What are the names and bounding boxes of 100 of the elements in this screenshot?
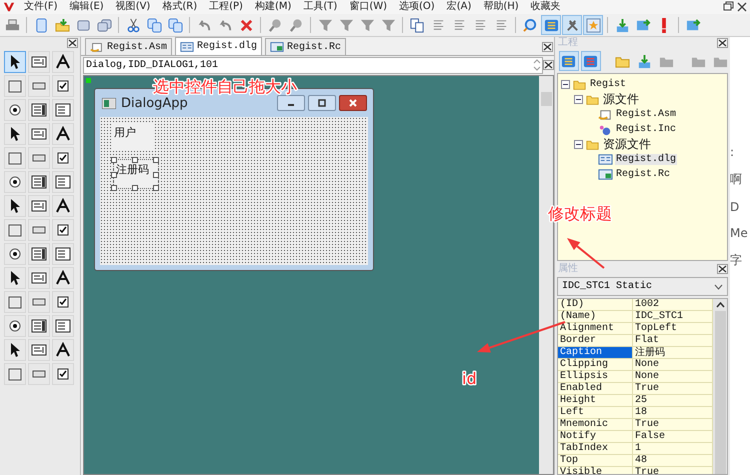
menu-item[interactable]: 文件(F) xyxy=(18,0,64,14)
close-button[interactable] xyxy=(717,38,728,48)
property-name[interactable]: Alignment xyxy=(558,323,633,335)
property-name[interactable]: TabIndex xyxy=(558,443,633,455)
file-tab[interactable]: Regist.Rc xyxy=(265,38,346,55)
tool-button[interactable] xyxy=(52,315,74,337)
scrollbar[interactable] xyxy=(713,299,727,474)
property-name[interactable]: Caption xyxy=(558,347,633,359)
property-name[interactable]: (ID) xyxy=(558,299,633,311)
toolbar-button[interactable] xyxy=(583,15,603,35)
tool-button[interactable] xyxy=(52,147,74,169)
tree-item[interactable]: 源文件 xyxy=(602,91,640,108)
tool-button[interactable] xyxy=(52,339,74,361)
tool-button[interactable] xyxy=(4,243,26,265)
toolbar-button[interactable] xyxy=(559,51,579,71)
menu-item[interactable]: 构建(M) xyxy=(248,0,298,14)
collapse-icon[interactable] xyxy=(574,95,583,104)
property-name[interactable]: Notify xyxy=(558,431,633,443)
tool-button[interactable] xyxy=(52,243,74,265)
tree-item[interactable]: Regist.dlg xyxy=(615,154,678,165)
tree-item[interactable]: Regist.Rc xyxy=(615,169,672,180)
tool-button[interactable] xyxy=(4,267,26,289)
tool-button[interactable] xyxy=(4,171,26,193)
tool-button[interactable] xyxy=(52,291,74,313)
tool-button[interactable] xyxy=(28,147,50,169)
tool-button[interactable] xyxy=(28,195,50,217)
property-name[interactable]: Left xyxy=(558,407,633,419)
property-name[interactable]: Mnemonic xyxy=(558,419,633,431)
close-button[interactable] xyxy=(543,60,554,70)
tool-button[interactable] xyxy=(28,99,50,121)
close-button[interactable] xyxy=(67,38,78,48)
tool-button[interactable] xyxy=(4,51,26,73)
file-tab[interactable]: Regist.dlg xyxy=(175,37,262,55)
tree-item[interactable]: Regist.Inc xyxy=(615,124,678,135)
menu-item[interactable]: 工程(P) xyxy=(203,0,249,14)
tool-button[interactable] xyxy=(4,219,26,241)
close-button[interactable] xyxy=(717,264,728,274)
tool-button[interactable] xyxy=(4,339,26,361)
menu-item[interactable]: 帮助(H) xyxy=(477,0,525,14)
tool-button[interactable] xyxy=(4,315,26,337)
tool-button[interactable] xyxy=(52,51,74,73)
toolbar-button[interactable] xyxy=(580,51,601,71)
tool-button[interactable] xyxy=(52,219,74,241)
menu-item[interactable]: 宏(A) xyxy=(440,0,478,14)
tool-button[interactable] xyxy=(28,243,50,265)
property-name[interactable]: Top xyxy=(558,455,633,467)
tool-button[interactable] xyxy=(52,123,74,145)
tool-button[interactable] xyxy=(28,363,50,385)
property-name[interactable]: (Name) xyxy=(558,311,633,323)
property-name[interactable]: Ellipsis xyxy=(558,371,633,383)
tool-button[interactable] xyxy=(52,75,74,97)
static-label[interactable]: 用户 xyxy=(112,123,153,151)
toolbar-button[interactable] xyxy=(562,15,582,35)
static-label[interactable]: 注册码 xyxy=(114,160,158,188)
tree-item[interactable]: 资源文件 xyxy=(602,136,652,153)
close-button[interactable] xyxy=(542,42,553,52)
close-icon[interactable] xyxy=(736,1,748,13)
tree-item[interactable]: Regist xyxy=(589,79,628,90)
tool-button[interactable] xyxy=(28,171,50,193)
restore-icon[interactable] xyxy=(722,1,734,13)
tool-button[interactable] xyxy=(52,99,74,121)
property-name[interactable]: Height xyxy=(558,395,633,407)
menu-item[interactable]: 编辑(E) xyxy=(64,0,110,14)
close-button[interactable] xyxy=(339,95,367,111)
collapse-icon[interactable] xyxy=(574,140,583,149)
tool-button[interactable] xyxy=(28,267,50,289)
menu-item[interactable]: 工具(T) xyxy=(297,0,344,14)
tool-button[interactable] xyxy=(28,123,50,145)
menu-item[interactable]: 视图(V) xyxy=(110,0,156,14)
maximize-button[interactable] xyxy=(308,95,336,111)
minimize-button[interactable] xyxy=(277,95,305,111)
tool-button[interactable] xyxy=(28,339,50,361)
tool-button[interactable] xyxy=(28,291,50,313)
menu-item[interactable]: 窗口(W) xyxy=(343,0,394,14)
property-name[interactable]: Enabled xyxy=(558,383,633,395)
tool-button[interactable] xyxy=(52,195,74,217)
tool-button[interactable] xyxy=(4,75,26,97)
tool-button[interactable] xyxy=(28,315,50,337)
tool-button[interactable] xyxy=(28,219,50,241)
tool-button[interactable] xyxy=(4,363,26,385)
menu-item[interactable]: 格式(R) xyxy=(156,0,204,14)
tree-item[interactable]: Regist.Asm xyxy=(615,109,678,120)
resource-field[interactable]: Dialog,IDD_DIALOG1,101 xyxy=(83,56,543,74)
tool-button[interactable] xyxy=(4,123,26,145)
collapse-icon[interactable] xyxy=(561,80,570,89)
tool-button[interactable] xyxy=(52,171,74,193)
tool-button[interactable] xyxy=(52,363,74,385)
tool-button[interactable] xyxy=(4,291,26,313)
object-dropdown[interactable]: IDC_STC1 Static xyxy=(557,277,728,296)
menu-item[interactable]: 收藏夹 xyxy=(524,0,567,14)
tool-button[interactable] xyxy=(4,147,26,169)
tool-button[interactable] xyxy=(28,75,50,97)
tool-button[interactable] xyxy=(52,267,74,289)
tool-button[interactable] xyxy=(28,51,50,73)
menu-item[interactable]: 选项(O) xyxy=(393,0,441,14)
property-name[interactable]: Clipping xyxy=(558,359,633,371)
tool-button[interactable] xyxy=(4,195,26,217)
tool-button[interactable] xyxy=(4,99,26,121)
toolbar-button[interactable] xyxy=(541,15,561,35)
property-name[interactable]: Visible xyxy=(558,467,633,474)
